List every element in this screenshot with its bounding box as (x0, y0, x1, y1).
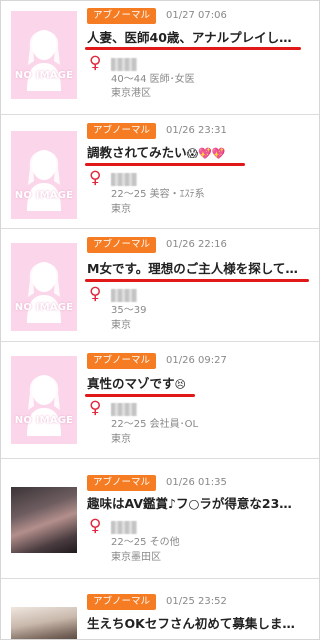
blurred-username (111, 403, 137, 416)
post-title[interactable]: 調教されてみたい😱💖💖 (87, 144, 309, 163)
age-job: 22～25 美容・ｴｽﾃ系 (111, 189, 205, 200)
category-badge: アブノーマル (87, 353, 157, 369)
female-icon: ♀ (89, 53, 102, 73)
female-silhouette-icon (27, 375, 61, 436)
no-image-label: NO IMAGE (14, 415, 74, 426)
no-image-label: NO IMAGE (14, 70, 74, 81)
no-image-thumbnail: NO IMAGE (11, 243, 77, 331)
title-emoji: 😱💖💖 (186, 147, 226, 160)
post-date: 01/26 09:27 (166, 355, 227, 366)
no-image-thumbnail: NO IMAGE (11, 11, 77, 99)
female-silhouette-icon (27, 150, 61, 211)
title-underline (85, 394, 195, 397)
age-job: 22～25 会社員･OL (111, 419, 199, 430)
no-image-thumbnail: NO IMAGE (11, 131, 77, 219)
title-emoji: 😣 (174, 378, 186, 391)
female-icon: ♀ (89, 284, 102, 304)
post-list: NO IMAGE アブノーマル 01/27 07:06 人妻、医師40歳、アナル… (0, 0, 320, 640)
list-item[interactable]: NO IMAGE アブノーマル 01/26 23:31 調教されてみたい😱💖💖 … (1, 115, 319, 229)
no-image-label: NO IMAGE (14, 302, 74, 313)
location: 東京 (111, 320, 131, 331)
female-silhouette-icon (27, 30, 61, 91)
female-icon: ♀ (89, 168, 102, 188)
blurred-username (111, 173, 137, 186)
list-item[interactable]: NO IMAGE アブノーマル 01/26 22:16 M女です。理想のご主人様… (1, 229, 319, 342)
age-job: 40～44 医師･女医 (111, 74, 195, 85)
blurred-username (111, 289, 137, 302)
post-title[interactable]: 真性のマゾです😣 (87, 375, 309, 394)
age-job: 35～39 (111, 305, 147, 316)
post-date: 01/25 23:52 (166, 596, 227, 607)
category-badge: アブノーマル (87, 237, 157, 253)
post-title[interactable]: 趣味はAV鑑賞♪フ○ラが得意な23… (87, 495, 309, 513)
category-badge: アブノーマル (87, 123, 157, 139)
location: 東京墨田区 (111, 552, 161, 563)
no-image-thumbnail: NO IMAGE (11, 356, 77, 444)
location: 東京港区 (111, 88, 151, 99)
category-badge: アブノーマル (87, 8, 157, 24)
list-item[interactable]: アブノーマル 01/25 23:52 生えちOKセフさん初めて募集しま… (1, 579, 319, 639)
list-item[interactable]: NO IMAGE アブノーマル 01/27 07:06 人妻、医師40歳、アナル… (1, 1, 319, 115)
list-item[interactable]: NO IMAGE アブノーマル 01/26 09:27 真性のマゾです😣 ♀ 2… (1, 342, 319, 459)
post-date: 01/26 01:35 (166, 477, 227, 488)
title-underline (85, 163, 245, 166)
female-silhouette-icon (27, 262, 61, 323)
location: 東京 (111, 204, 131, 215)
post-date: 01/27 07:06 (166, 10, 227, 21)
post-date: 01/26 23:31 (166, 125, 227, 136)
list-item[interactable]: アブノーマル 01/26 01:35 趣味はAV鑑賞♪フ○ラが得意な23… ♀ … (1, 459, 319, 579)
category-badge: アブノーマル (87, 594, 157, 610)
location: 東京 (111, 434, 131, 445)
post-date: 01/26 22:16 (166, 239, 227, 250)
blurred-username (111, 521, 137, 534)
title-underline (85, 47, 301, 50)
post-title[interactable]: 人妻、医師40歳、アナルプレイし… (87, 29, 309, 47)
no-image-label: NO IMAGE (14, 190, 74, 201)
age-job: 22～25 その他 (111, 537, 180, 548)
profile-photo (11, 487, 77, 553)
post-title[interactable]: 生えちOKセフさん初めて募集しま… (87, 615, 309, 633)
female-icon: ♀ (89, 398, 102, 418)
profile-photo (11, 607, 77, 639)
female-icon: ♀ (89, 516, 102, 536)
title-underline (85, 279, 309, 282)
blurred-username (111, 58, 137, 71)
post-title[interactable]: M女です。理想のご主人様を探して… (87, 260, 309, 278)
category-badge: アブノーマル (87, 475, 157, 491)
